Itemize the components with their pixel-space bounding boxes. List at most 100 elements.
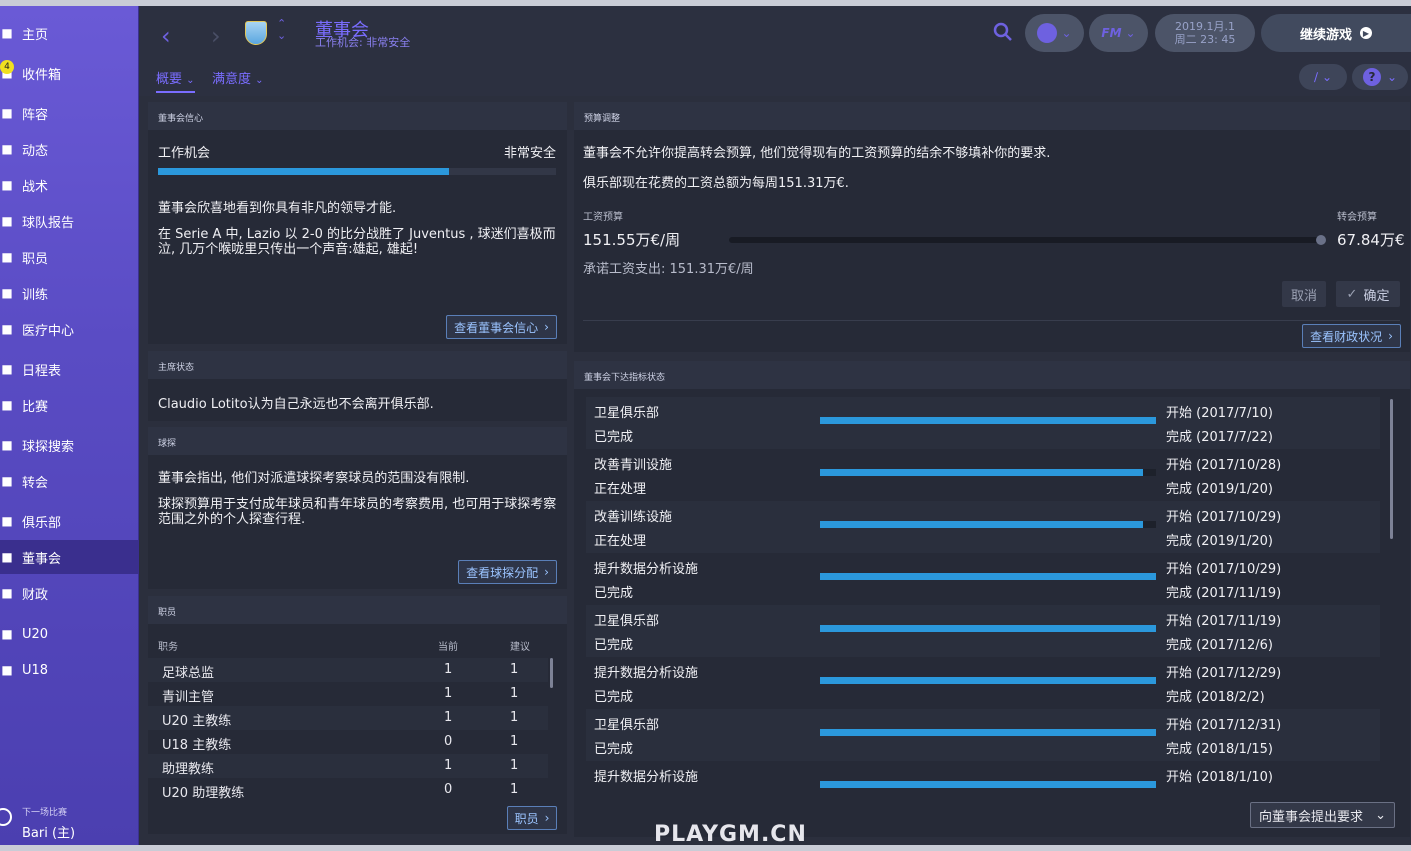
tab-overview[interactable]: 概要 ⌄ [156, 68, 195, 93]
sidebar-item-tactics[interactable]: ■ 战术 [0, 168, 139, 202]
sidebar-item-calendar[interactable]: ■ 日程表 [0, 352, 139, 386]
budget-slider-handle[interactable] [1316, 235, 1326, 245]
staff-button[interactable]: 职员 › [507, 806, 557, 830]
objective-progress-fill [820, 677, 1156, 684]
sidebar-item-club[interactable]: ■ 俱乐部 [0, 504, 139, 538]
continue-button[interactable]: 继续游戏 ▶ [1261, 14, 1411, 52]
globe-icon [1037, 23, 1058, 43]
objective-status: 已完成 [594, 742, 634, 757]
next-match[interactable]: 下一场比赛 Bari (主) [0, 802, 139, 846]
help-menu[interactable]: ? ⌄ [1352, 64, 1408, 90]
sidebar: ■ 主页 ■ 4 收件箱 ■ 阵容 ■ 动态 ■ 战术 ■ 球队报告 ■ 职员 ■ 训练 ■ 医疗中心 ■ 日程表 ■ 比赛… [0, 6, 139, 845]
view-board-confidence-label: 查看董事会信心 [454, 320, 539, 335]
view-finances-button[interactable]: 查看财政状况 › [1302, 324, 1401, 348]
scouting-message: 董事会指出, 他们对派遣球探考察球员的范围没有限制. [158, 471, 470, 486]
job-security-bar-fill [158, 168, 449, 175]
sidebar-item-scouting[interactable]: ■ 球探搜索 [0, 428, 139, 462]
objectives-scrollbar[interactable] [1390, 399, 1393, 539]
objective-row[interactable]: 提升数据分析设施 已完成 开始 (2017/10/29) 完成 (2017/11/19… [586, 553, 1380, 605]
objective-row[interactable]: 改善青训设施 正在处理 开始 (2017/10/28) 完成 (2019/1/20) [586, 449, 1380, 501]
objective-progress-fill [820, 521, 1143, 528]
objective-row[interactable]: 提升数据分析设施 已完成 开始 (2017/12/29) 完成 (2018/2/2) [586, 657, 1380, 709]
chevron-down-icon: ⌄ [1375, 807, 1386, 823]
tab-satisfaction[interactable]: 满意度 ⌄ [212, 68, 264, 87]
sidebar-item-label: 阵容 [22, 107, 49, 123]
club-switch-icon[interactable]: ⌃ ⌄ [277, 18, 286, 42]
sidebar-item-report[interactable]: ■ 球队报告 [0, 204, 139, 238]
view-finances-label: 查看财政状况 [1310, 329, 1383, 344]
sidebar-item-label: 转会 [22, 475, 49, 491]
globe-menu[interactable]: ⌄ [1025, 14, 1084, 52]
budget-message: 董事会不允许你提高转会预算, 他们觉得现有的工资预算的结余不够填补你的要求. [583, 146, 1051, 161]
sidebar-item-finance[interactable]: ■ 财政 [0, 576, 139, 610]
objective-progress-bar [820, 781, 1156, 788]
objective-row[interactable]: 提升数据分析设施 开始 (2018/1/10) [586, 761, 1380, 797]
tab-satisfaction-label: 满意度 [212, 72, 252, 87]
make-request-button[interactable]: 向董事会提出要求 ⌄ [1250, 802, 1395, 828]
objective-start: 开始 (2017/10/28) [1166, 458, 1282, 473]
table-row[interactable]: U18 主教练 0 1 [148, 730, 548, 754]
staff-suggested: 1 [510, 710, 519, 725]
sidebar-item-squad[interactable]: ■ 阵容 [0, 96, 139, 130]
objective-progress-fill [820, 781, 1156, 788]
objective-start: 开始 (2018/1/10) [1166, 770, 1273, 785]
sidebar-item-inbox[interactable]: ■4收件箱 [0, 56, 139, 90]
club-crest-icon[interactable] [245, 21, 267, 45]
watermark: PLAYGM.CN [654, 822, 807, 847]
fm-menu[interactable]: FM ⌄ [1089, 14, 1148, 52]
sidebar-item-medical[interactable]: ■ 医疗中心 [0, 312, 139, 346]
staff-current: 1 [444, 710, 453, 725]
sidebar-item-u20[interactable]: ■ U20 [0, 617, 139, 651]
view-scouting-allocation-label: 查看球探分配 [466, 565, 539, 580]
chairman-status-panel: 主席状态 Claudio Lotito认为自己永远也不会离开俱乐部. [148, 351, 567, 421]
view-board-confidence-button[interactable]: 查看董事会信心 › [446, 315, 557, 339]
continue-label: 继续游戏 [1299, 27, 1352, 43]
staff-suggested: 1 [510, 782, 519, 797]
confirm-button[interactable]: ✓ 确定 [1336, 281, 1400, 307]
club-icon: ■ [1, 514, 13, 528]
chevron-down-icon: ⌄ [1321, 70, 1333, 84]
search-icon[interactable] [993, 22, 1013, 42]
edit-menu[interactable]: ∕ ⌄ [1299, 64, 1347, 90]
calendar-icon: ■ [1, 362, 13, 376]
staff-suggested: 1 [510, 686, 519, 701]
budget-slider[interactable] [729, 237, 1322, 243]
objective-progress-fill [820, 573, 1156, 580]
medical-icon: ■ [1, 322, 13, 336]
sidebar-item-label: 日程表 [22, 363, 62, 379]
objective-start: 开始 (2017/10/29) [1166, 510, 1282, 525]
staff-scrollbar[interactable] [550, 658, 553, 688]
objective-title: 改善训练设施 [594, 510, 673, 525]
sidebar-item-label: 董事会 [22, 551, 62, 567]
objective-row[interactable]: 卫星俱乐部 已完成 开始 (2017/11/19) 完成 (2017/12/6) [586, 605, 1380, 657]
col-role-header: 职务 [158, 642, 178, 653]
table-row[interactable]: U20 主教练 1 1 [148, 706, 548, 730]
forward-arrow-icon[interactable]: › [211, 22, 221, 50]
sidebar-item-trophy[interactable]: ■ 比赛 [0, 388, 139, 422]
sidebar-item-u18[interactable]: ■ U18 [0, 653, 139, 687]
sidebar-item-dynamics[interactable]: ■ 动态 [0, 132, 139, 166]
staff-role: U18 主教练 [162, 738, 232, 753]
table-row[interactable]: 足球总监 1 1 [148, 658, 548, 682]
sidebar-item-staff[interactable]: ■ 职员 [0, 240, 139, 274]
table-row[interactable]: 助理教练 1 1 [148, 754, 548, 778]
objective-row[interactable]: 卫星俱乐部 已完成 开始 (2017/12/31) 完成 (2018/1/15) [586, 709, 1380, 761]
view-scouting-allocation-button[interactable]: 查看球探分配 › [458, 560, 557, 584]
cancel-button[interactable]: 取消 [1282, 281, 1326, 307]
date-display[interactable]: 2019.1月.1 周二 23: 45 [1155, 14, 1255, 52]
objective-row[interactable]: 改善训练设施 正在处理 开始 (2017/10/29) 完成 (2019/1/20) [586, 501, 1380, 553]
chairman-status-text: Claudio Lotito认为自己永远也不会离开俱乐部. [158, 397, 434, 412]
table-row[interactable]: U20 助理教练 0 1 [148, 778, 548, 802]
scouting-icon: ■ [1, 438, 13, 452]
table-row[interactable]: 青训主管 1 1 [148, 682, 548, 706]
sidebar-item-transfer[interactable]: ■ 转会 [0, 464, 139, 498]
objective-progress-fill [820, 417, 1156, 424]
sidebar-item-board[interactable]: ■ 董事会 [0, 540, 139, 574]
objective-row[interactable]: 卫星俱乐部 已完成 开始 (2017/7/10) 完成 (2017/7/22) [586, 397, 1380, 449]
next-match-icon [0, 808, 12, 826]
sidebar-item-home[interactable]: ■ 主页 [0, 16, 139, 50]
objective-status: 正在处理 [594, 482, 647, 497]
back-arrow-icon[interactable]: ‹ [161, 22, 171, 50]
training-icon: ■ [1, 286, 13, 300]
sidebar-item-training[interactable]: ■ 训练 [0, 276, 139, 310]
